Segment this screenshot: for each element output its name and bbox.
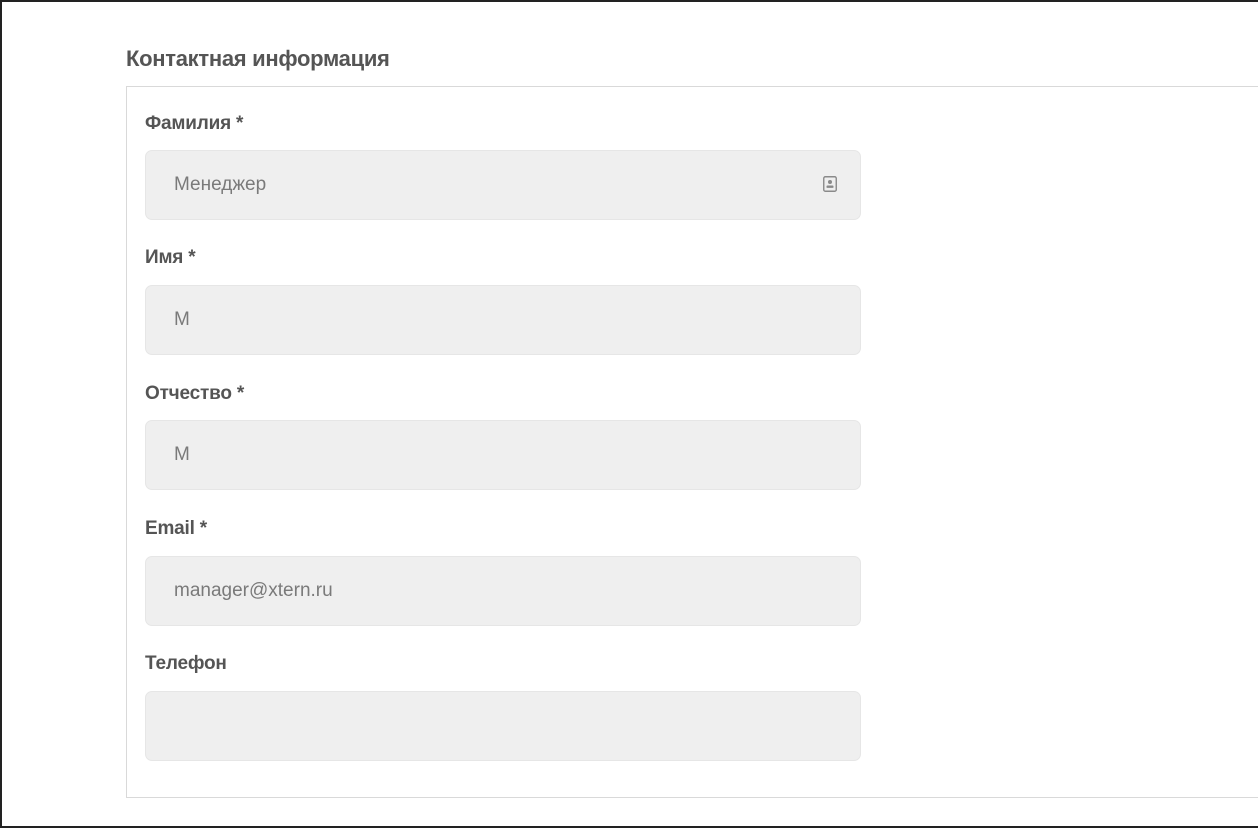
email-label: Email * xyxy=(145,518,207,539)
page-frame: Контактная информация Фамилия * Имя * От… xyxy=(0,0,1258,828)
email-input[interactable] xyxy=(145,556,861,626)
phone-input[interactable] xyxy=(145,691,861,761)
phone-label: Телефон xyxy=(145,653,227,674)
last-name-input[interactable] xyxy=(145,150,861,220)
middle-name-label: Отчество * xyxy=(145,383,245,404)
first-name-label: Имя * xyxy=(145,247,196,268)
section-title: Контактная информация xyxy=(126,46,390,71)
contact-info-panel: Фамилия * Имя * Отчество * Email * Телеф… xyxy=(126,86,1258,798)
first-name-input[interactable] xyxy=(145,285,861,355)
last-name-label: Фамилия * xyxy=(145,113,244,134)
middle-name-input[interactable] xyxy=(145,420,861,490)
contact-card-icon[interactable] xyxy=(823,176,837,192)
